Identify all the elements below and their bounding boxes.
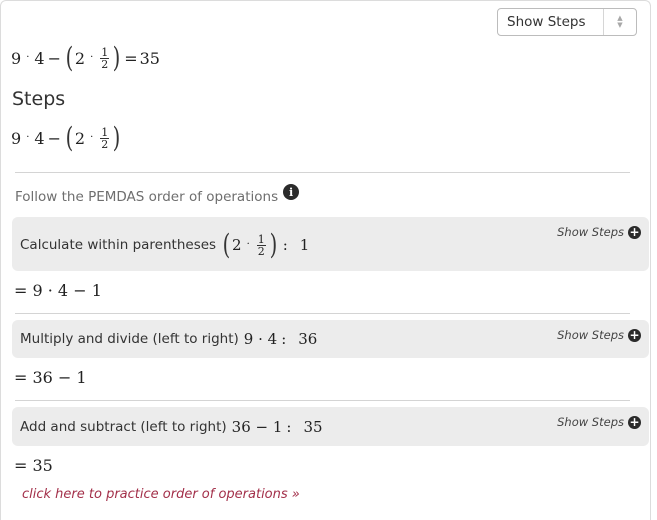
eq-term: 4: [34, 48, 45, 68]
multiply-dot: ·: [90, 131, 94, 143]
step-value: 1: [299, 236, 310, 254]
info-icon[interactable]: i: [283, 184, 300, 200]
multiply-dot: ·: [26, 131, 30, 143]
step-expression: ( 2 · 12 ) : 1: [221, 228, 310, 261]
plus-circle-icon[interactable]: +: [628, 328, 641, 342]
fraction: 12: [256, 232, 266, 258]
divider: [15, 172, 630, 173]
show-steps-select[interactable]: Show Steps ▲ ▼: [497, 8, 637, 36]
step-item: Add and subtract (left to right) 36 − 1 …: [12, 407, 649, 446]
problem-equation: 9 · 4 − ( 2 · 12 ) = 35: [11, 44, 160, 72]
eq-term: 9: [11, 48, 22, 68]
fraction: 12: [100, 45, 110, 71]
step-value: 36: [298, 330, 318, 348]
step-value: 35: [303, 418, 323, 436]
step-item: Calculate within parentheses ( 2 · 12 ) …: [12, 217, 649, 271]
select-updown-arrows-icon: ▲ ▼: [603, 9, 636, 35]
step-description: Add and subtract (left to right) 36 − 1 …: [20, 418, 323, 436]
step-result: = 35: [14, 456, 53, 475]
right-paren: ): [269, 228, 278, 261]
eq-term: 2: [74, 48, 86, 68]
show-steps-toggle[interactable]: Show Steps +: [557, 225, 641, 239]
step-expression: 9 · 4: [243, 330, 278, 348]
show-steps-toggle[interactable]: Show Steps +: [557, 415, 641, 429]
steps-expression: 9 · 4 − ( 2 · 12 ): [11, 124, 122, 152]
multiply-dot: ·: [26, 51, 30, 63]
eq-result: 35: [139, 48, 160, 68]
colon: :: [286, 418, 292, 436]
minus-sign: −: [47, 128, 61, 148]
step-item: Multiply and divide (left to right) 9 · …: [12, 320, 649, 358]
colon: :: [282, 236, 288, 254]
eq-term: 2: [232, 236, 242, 254]
fraction: 12: [100, 125, 110, 151]
right-paren: ): [112, 121, 121, 154]
plus-circle-icon[interactable]: +: [628, 415, 641, 429]
eq-term: 4: [34, 128, 45, 148]
right-paren: ): [112, 41, 121, 74]
left-paren: (: [65, 41, 74, 74]
step-description: Calculate within parentheses ( 2 · 12 ) …: [20, 228, 310, 261]
step-expression: 36 − 1: [231, 418, 283, 436]
practice-link[interactable]: click here to practice order of operatio…: [22, 487, 300, 502]
step-result: = 9 · 4 − 1: [14, 281, 102, 300]
divider: [15, 400, 630, 401]
multiply-dot: ·: [246, 238, 250, 250]
step-result: = 36 − 1: [14, 368, 87, 387]
pemdas-instruction: Follow the PEMDAS order of operations i: [15, 184, 300, 205]
left-paren: (: [222, 228, 231, 261]
multiply-dot: ·: [90, 51, 94, 63]
steps-heading: Steps: [12, 88, 66, 110]
plus-circle-icon[interactable]: +: [628, 225, 641, 239]
step-description: Multiply and divide (left to right) 9 · …: [20, 330, 318, 348]
eq-term: 9: [11, 128, 22, 148]
divider: [15, 313, 630, 314]
show-steps-toggle[interactable]: Show Steps +: [557, 328, 641, 342]
left-paren: (: [65, 121, 74, 154]
colon: :: [281, 330, 287, 348]
eq-term: 2: [74, 128, 86, 148]
minus-sign: −: [47, 48, 61, 68]
equals-sign: =: [124, 48, 138, 68]
show-steps-select-value: Show Steps: [507, 14, 586, 30]
